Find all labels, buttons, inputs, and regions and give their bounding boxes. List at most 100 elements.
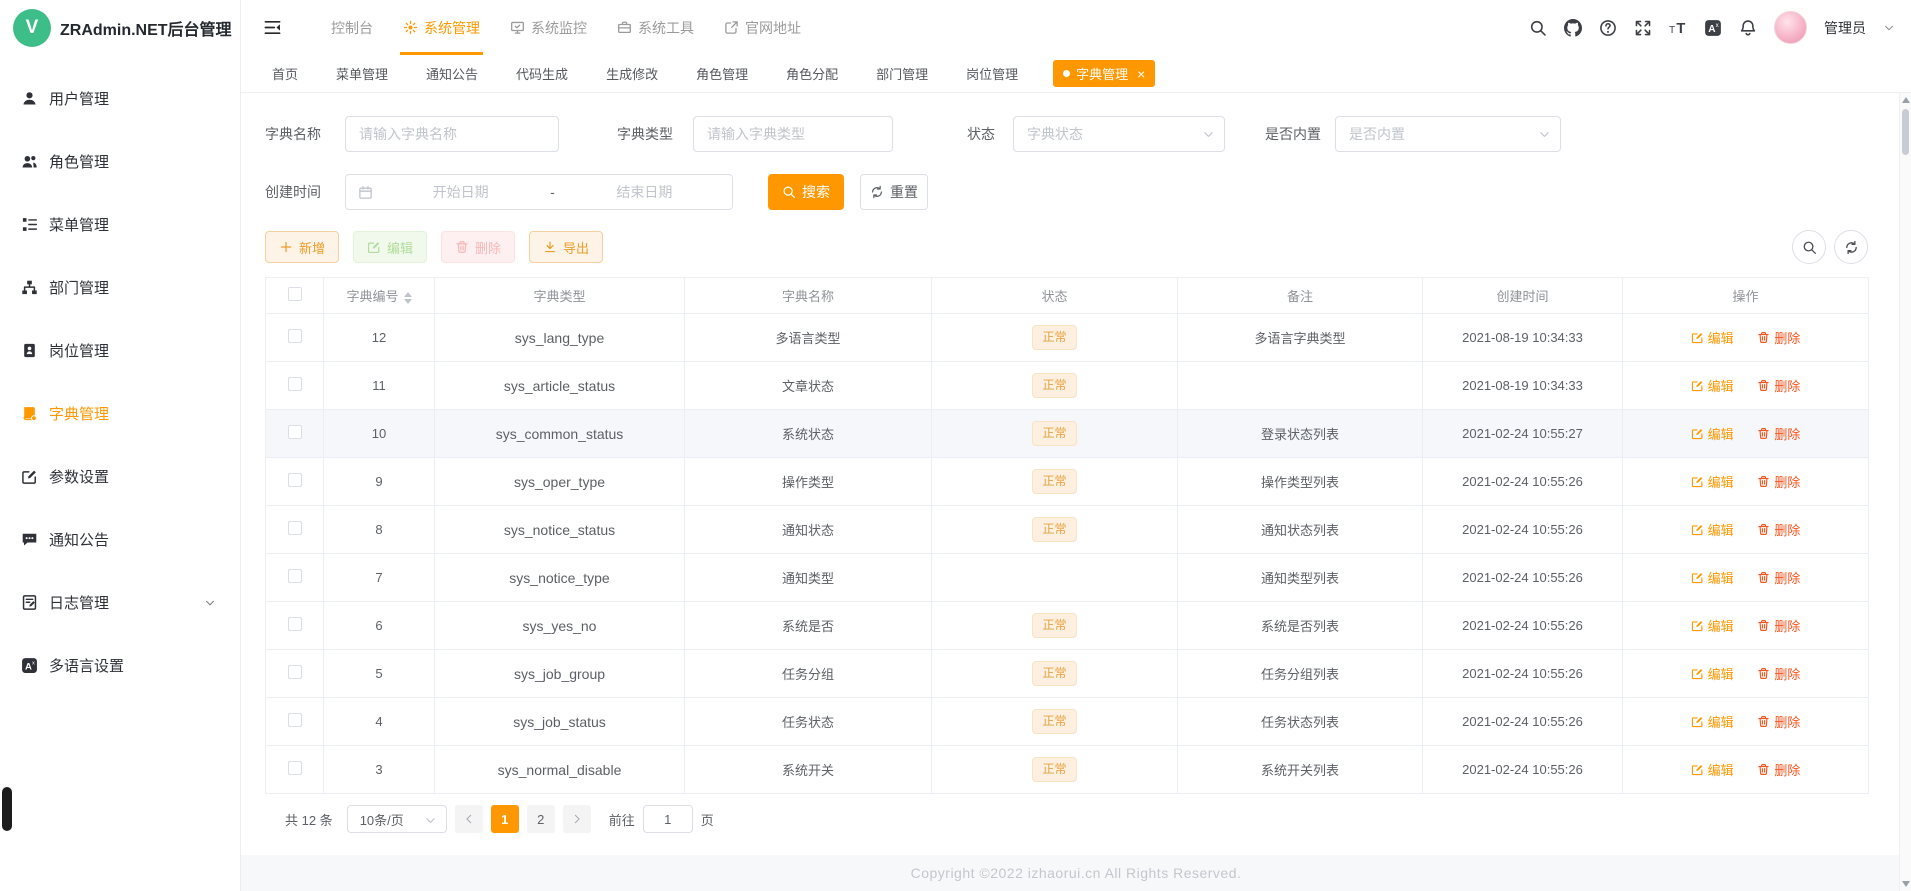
dict-type-link[interactable]: sys_yes_no bbox=[434, 601, 685, 650]
row-checkbox[interactable] bbox=[287, 329, 302, 343]
row-delete-button[interactable]: 删除 bbox=[1757, 520, 1800, 539]
row-delete-button[interactable]: 删除 bbox=[1757, 760, 1800, 779]
topnav-item-系统工具[interactable]: 系统工具 bbox=[602, 0, 709, 55]
tab-菜单管理[interactable]: 菜单管理 bbox=[317, 55, 407, 93]
row-checkbox[interactable] bbox=[287, 761, 302, 775]
tab-字典管理[interactable]: 字典管理 × bbox=[1053, 60, 1156, 87]
sidebar-item-菜单管理[interactable]: 菜单管理 bbox=[0, 193, 240, 256]
reset-button[interactable]: 重置 bbox=[860, 174, 928, 210]
page-button-2[interactable]: 2 bbox=[526, 805, 555, 833]
search-icon[interactable] bbox=[1529, 19, 1547, 37]
sidebar-item-字典管理[interactable]: 字典管理 bbox=[0, 382, 240, 445]
close-tab-icon[interactable]: × bbox=[1137, 67, 1145, 81]
row-checkbox[interactable] bbox=[287, 569, 302, 583]
collapse-sidebar-icon[interactable] bbox=[263, 18, 282, 37]
builtin-select-input[interactable] bbox=[1336, 117, 1560, 151]
end-date-input[interactable] bbox=[556, 175, 732, 209]
row-delete-button[interactable]: 删除 bbox=[1757, 472, 1800, 491]
delete-button[interactable]: 删除 bbox=[441, 231, 515, 263]
dict-type-link[interactable]: sys_job_group bbox=[434, 649, 685, 698]
github-icon[interactable] bbox=[1564, 18, 1582, 37]
app-logo[interactable]: V ZRAdmin.NET后台管理 bbox=[0, 0, 240, 55]
row-edit-button[interactable]: 编辑 bbox=[1691, 520, 1734, 539]
row-edit-button[interactable]: 编辑 bbox=[1691, 568, 1734, 587]
row-edit-button[interactable]: 编辑 bbox=[1691, 712, 1734, 731]
row-delete-button[interactable]: 删除 bbox=[1757, 568, 1800, 587]
tab-岗位管理[interactable]: 岗位管理 bbox=[947, 55, 1037, 93]
row-checkbox[interactable] bbox=[287, 521, 302, 535]
row-edit-button[interactable]: 编辑 bbox=[1691, 424, 1734, 443]
toggle-search-button[interactable] bbox=[1792, 230, 1826, 264]
row-delete-button[interactable]: 删除 bbox=[1757, 712, 1800, 731]
topnav-item-系统管理[interactable]: 系统管理 bbox=[388, 0, 495, 55]
refresh-table-button[interactable] bbox=[1834, 230, 1868, 264]
fullscreen-icon[interactable] bbox=[1634, 19, 1652, 37]
scrollbar-thumb[interactable] bbox=[1902, 109, 1909, 155]
row-delete-button[interactable]: 删除 bbox=[1757, 616, 1800, 635]
row-edit-button[interactable]: 编辑 bbox=[1691, 376, 1734, 395]
row-checkbox[interactable] bbox=[287, 617, 302, 631]
builtin-select[interactable] bbox=[1335, 116, 1561, 152]
row-delete-button[interactable]: 删除 bbox=[1757, 424, 1800, 443]
row-edit-button[interactable]: 编辑 bbox=[1691, 616, 1734, 635]
help-icon[interactable] bbox=[1599, 19, 1617, 37]
row-edit-button[interactable]: 编辑 bbox=[1691, 760, 1734, 779]
tab-角色分配[interactable]: 角色分配 bbox=[767, 55, 857, 93]
topnav-item-官网地址[interactable]: 官网地址 bbox=[709, 0, 816, 55]
tab-部门管理[interactable]: 部门管理 bbox=[857, 55, 947, 93]
next-page-button[interactable] bbox=[562, 805, 591, 833]
avatar[interactable] bbox=[1774, 11, 1807, 44]
chevron-down-icon[interactable] bbox=[1883, 22, 1895, 34]
goto-page-input[interactable] bbox=[642, 805, 693, 833]
page-button-1[interactable]: 1 bbox=[490, 805, 519, 833]
status-select-input[interactable] bbox=[1014, 117, 1224, 151]
dict-type-link[interactable]: sys_notice_status bbox=[434, 505, 685, 554]
user-name[interactable]: 管理员 bbox=[1824, 18, 1866, 38]
select-all-checkbox[interactable] bbox=[287, 287, 302, 301]
sidebar-scrollbar-thumb[interactable] bbox=[2, 787, 12, 831]
dict-name-input[interactable] bbox=[346, 117, 558, 151]
scroll-down-arrow[interactable] bbox=[1902, 881, 1910, 887]
row-delete-button[interactable]: 删除 bbox=[1757, 376, 1800, 395]
dict-type-input[interactable] bbox=[694, 117, 892, 151]
sidebar-item-岗位管理[interactable]: 岗位管理 bbox=[0, 319, 240, 382]
row-checkbox[interactable] bbox=[287, 665, 302, 679]
sidebar-item-部门管理[interactable]: 部门管理 bbox=[0, 256, 240, 319]
dict-type-link[interactable]: sys_job_status bbox=[434, 697, 685, 746]
dict-type-link[interactable]: sys_normal_disable bbox=[434, 745, 685, 794]
row-checkbox[interactable] bbox=[287, 713, 302, 727]
sidebar-item-用户管理[interactable]: 用户管理 bbox=[0, 67, 240, 130]
sidebar-item-通知公告[interactable]: 通知公告 bbox=[0, 508, 240, 571]
row-checkbox[interactable] bbox=[287, 473, 302, 487]
dict-type-link[interactable]: sys_oper_type bbox=[434, 457, 685, 506]
row-delete-button[interactable]: 删除 bbox=[1757, 664, 1800, 683]
tab-代码生成[interactable]: 代码生成 bbox=[497, 55, 587, 93]
page-size-select[interactable]: 10条/页 bbox=[346, 805, 447, 833]
sidebar-item-参数设置[interactable]: 参数设置 bbox=[0, 445, 240, 508]
export-button[interactable]: 导出 bbox=[529, 231, 603, 263]
tab-通知公告[interactable]: 通知公告 bbox=[407, 55, 497, 93]
search-button[interactable]: 搜索 bbox=[768, 174, 844, 210]
column-dict-id[interactable]: 字典编号 bbox=[323, 277, 435, 314]
prev-page-button[interactable] bbox=[454, 805, 483, 833]
sort-icon[interactable] bbox=[403, 291, 412, 304]
sidebar-item-多语言设置[interactable]: Ax 多语言设置 bbox=[0, 634, 240, 697]
tab-角色管理[interactable]: 角色管理 bbox=[677, 55, 767, 93]
date-range-picker[interactable]: - bbox=[345, 174, 733, 210]
sidebar-item-角色管理[interactable]: 角色管理 bbox=[0, 130, 240, 193]
status-select[interactable] bbox=[1013, 116, 1225, 152]
dict-type-link[interactable]: sys_article_status bbox=[434, 361, 685, 410]
dict-type-link[interactable]: sys_lang_type bbox=[434, 313, 685, 362]
start-date-input[interactable] bbox=[373, 175, 549, 209]
scroll-up-arrow[interactable] bbox=[1902, 97, 1910, 103]
add-button[interactable]: 新增 bbox=[265, 231, 339, 263]
tab-首页[interactable]: 首页 bbox=[253, 55, 317, 93]
row-checkbox[interactable] bbox=[287, 377, 302, 391]
sidebar-item-日志管理[interactable]: 日志管理 bbox=[0, 571, 240, 634]
dict-type-link[interactable]: sys_notice_type bbox=[434, 553, 685, 602]
row-edit-button[interactable]: 编辑 bbox=[1691, 664, 1734, 683]
edit-button[interactable]: 编辑 bbox=[353, 231, 427, 263]
tab-生成修改[interactable]: 生成修改 bbox=[587, 55, 677, 93]
font-size-icon[interactable]: TT bbox=[1669, 19, 1687, 37]
row-delete-button[interactable]: 删除 bbox=[1757, 328, 1800, 347]
